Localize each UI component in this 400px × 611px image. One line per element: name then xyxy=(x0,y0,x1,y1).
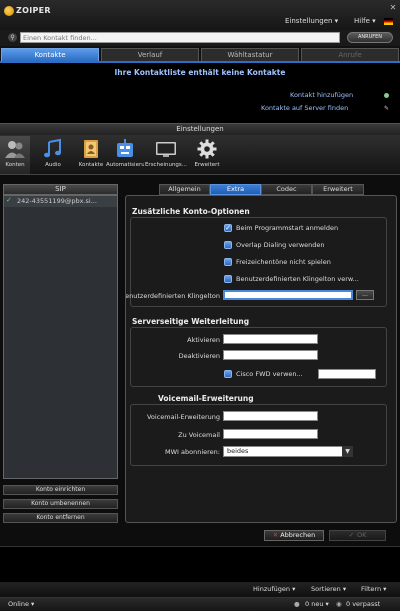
add-menu[interactable]: Hinzufügen ▾ xyxy=(253,585,295,593)
call-button[interactable]: ANRUFEN xyxy=(347,32,393,43)
chevron-down-icon[interactable]: ▼ xyxy=(342,446,353,457)
toolbar-contacts[interactable]: Kontakte xyxy=(76,136,106,174)
account-name[interactable]: 242-43551199@pbx.si... xyxy=(17,197,115,205)
overlap-dialing-checkbox[interactable] xyxy=(224,241,232,249)
startup-login-checkbox[interactable]: ✓ xyxy=(224,224,232,232)
filter-menu[interactable]: Filtern ▾ xyxy=(361,585,386,593)
toolbar-audio[interactable]: Audio xyxy=(38,136,68,174)
toolbar-label: Audio xyxy=(45,162,61,168)
appearance-icon xyxy=(156,142,176,157)
account-list xyxy=(3,195,118,479)
activate-label: Aktivieren xyxy=(187,336,220,344)
contacts-icon xyxy=(84,140,98,158)
voicemail-extension-input[interactable] xyxy=(223,411,318,421)
bottom-panel xyxy=(0,546,400,582)
toolbar-automation[interactable]: Automatisierung xyxy=(106,136,144,174)
empty-contacts-message: Ihre Kontaktliste enthält keine Kontakte xyxy=(114,68,286,77)
add-contact-link[interactable]: Kontakt hinzufügen xyxy=(290,91,353,99)
toolbar-advanced[interactable]: Erweitert xyxy=(192,136,222,174)
toolbar-label: Konten xyxy=(5,162,25,168)
zoiper-logo-icon xyxy=(4,6,14,16)
tab-calls[interactable]: Anrufe xyxy=(301,48,399,61)
ok-check-icon: ✓ xyxy=(348,531,355,539)
subtab-codec[interactable]: Codec xyxy=(261,184,312,195)
missed-calls-count[interactable]: 0 verpasst xyxy=(346,600,380,608)
tab-dialpad[interactable]: Wähltastatur xyxy=(201,48,299,61)
toolbar-accounts[interactable]: Konten xyxy=(0,136,30,174)
account-options-title: Zusätzliche Konto-Optionen xyxy=(132,207,250,216)
ok-label: OK xyxy=(357,531,367,539)
online-status-menu[interactable]: Online ▾ xyxy=(8,600,34,608)
find-server-icon[interactable]: ✎ xyxy=(384,105,389,112)
cancel-button[interactable]: ✕ Abbrechen xyxy=(264,530,324,541)
ringtone-path-label: Benutzerdefinierten Klingelton: xyxy=(126,292,220,300)
add-contact-icon[interactable] xyxy=(384,93,389,98)
toolbar-appearance[interactable]: Erscheinungs... xyxy=(144,136,188,174)
to-voicemail-label: Zu Voicemail xyxy=(178,431,220,439)
toolbar-label: Erweitert xyxy=(194,162,220,168)
title-bar xyxy=(0,0,400,30)
subtab-extra[interactable]: Extra xyxy=(210,184,261,195)
cancel-icon: ✕ xyxy=(272,531,279,539)
voicemail-icon: ● xyxy=(294,600,300,608)
new-messages-count[interactable]: 0 neu ▾ xyxy=(305,600,329,608)
browse-ringtone-button[interactable]: ... xyxy=(356,290,374,300)
search-icon[interactable]: ⚲ xyxy=(8,33,17,42)
ringtone-path-input[interactable] xyxy=(223,290,353,300)
cancel-label: Abbrechen xyxy=(280,531,316,539)
account-registered-check-icon: ✓ xyxy=(6,196,12,204)
voicemail-title: Voicemail-Erweiterung xyxy=(158,394,254,403)
help-menu[interactable]: Hilfe ▾ xyxy=(354,17,376,25)
close-icon[interactable]: ✕ xyxy=(389,4,397,12)
no-freetone-label: Freizeichentöne nicht spielen xyxy=(236,258,331,266)
toolbar-label: Automatisierung xyxy=(106,162,144,168)
voicemail-extension-label: Voicemail-Erweiterung xyxy=(146,413,220,421)
toolbar-label: Erscheinungs... xyxy=(144,162,188,168)
deactivate-input[interactable] xyxy=(223,350,318,360)
server-forwarding-title: Serverseitige Weiterleitung xyxy=(132,317,250,326)
toolbar-label: Kontakte xyxy=(78,162,104,168)
gear-icon xyxy=(197,139,217,159)
deactivate-label: Deaktivieren xyxy=(178,352,220,360)
automation-icon xyxy=(117,139,133,157)
accounts-icon xyxy=(5,141,25,158)
tab-history[interactable]: Verlauf xyxy=(101,48,199,61)
mwi-subscribe-select[interactable]: beides xyxy=(223,446,353,457)
find-contacts-on-server-link[interactable]: Kontakte auf Server finden xyxy=(261,104,348,112)
contact-search-input[interactable] xyxy=(20,32,340,43)
startup-login-label: Beim Programmstart anmelden xyxy=(236,224,339,232)
audio-icon xyxy=(44,138,61,158)
ok-button[interactable]: ✓ OK xyxy=(329,530,386,541)
cisco-fwd-label: Cisco FWD verwen... xyxy=(236,370,303,378)
sort-menu[interactable]: Sortieren ▾ xyxy=(311,585,346,593)
subtab-advanced[interactable]: Erweitert xyxy=(312,184,364,195)
rename-account-button[interactable]: Konto umbenennen xyxy=(3,499,118,509)
cisco-fwd-checkbox[interactable] xyxy=(224,370,232,378)
missed-calls-icon: ◉ xyxy=(336,600,342,608)
app-title: ZOIPER xyxy=(16,6,51,15)
subtab-general[interactable]: Allgemein xyxy=(159,184,210,195)
custom-ringtone-option-label: Benutzerdefinierten Klingelton verw... xyxy=(236,275,359,283)
to-voicemail-input[interactable] xyxy=(223,429,318,439)
settings-menu[interactable]: Einstellungen ▾ xyxy=(285,17,338,25)
custom-ringtone-checkbox[interactable] xyxy=(224,275,232,283)
setup-account-button[interactable]: Konto einrichten xyxy=(3,485,118,495)
mwi-subscribe-label: MWI abonnieren: xyxy=(165,448,220,456)
activate-input[interactable] xyxy=(223,334,318,344)
no-freetone-checkbox[interactable] xyxy=(224,258,232,266)
sip-accounts-header: SIP xyxy=(3,184,118,195)
settings-dialog-title: Einstellungen xyxy=(0,123,400,135)
overlap-dialing-label: Overlap Dialing verwenden xyxy=(236,241,325,249)
cisco-fwd-input[interactable] xyxy=(318,369,376,379)
remove-account-button[interactable]: Konto entfernen xyxy=(3,513,118,523)
language-flag-icon[interactable] xyxy=(384,18,393,25)
tab-contacts[interactable]: Kontakte xyxy=(1,48,99,61)
